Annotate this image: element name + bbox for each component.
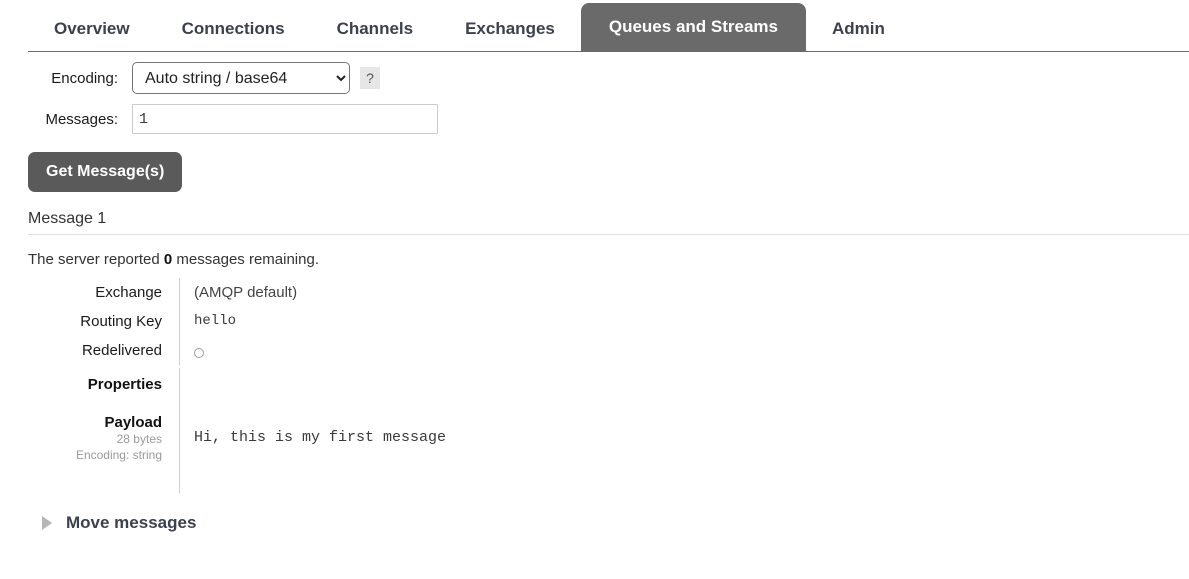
routing-key-value: hello [194,313,237,329]
encoding-help-icon[interactable]: ? [360,67,380,89]
routing-key-label: Routing Key [28,307,180,336]
payload-encoding: Encoding: string [75,448,162,462]
message-details-table: Exchange (AMQP default) Routing Key hell… [28,278,1189,493]
exchange-value: (AMQP default) [194,284,298,301]
server-note-count: 0 [163,251,173,268]
page-content: Encoding: Auto string / base64 ? Message… [0,62,1189,533]
properties-label: Properties [28,368,180,407]
payload-label-block: Payload 28 bytes Encoding: string [28,407,180,493]
get-messages-button[interactable]: Get Message(s) [28,152,183,192]
detail-row-payload: Payload 28 bytes Encoding: string Hi, th… [28,407,1189,493]
encoding-row: Encoding: Auto string / base64 ? [28,62,1189,94]
message-heading-divider [28,234,1189,235]
detail-row-exchange: Exchange (AMQP default) [28,278,1189,307]
message-heading: Message 1 [28,210,107,227]
redelivered-label: Redelivered [28,336,180,365]
redelivered-false-circle-icon [194,348,204,358]
main-navigation-tabbar: Overview Connections Channels Exchanges … [0,0,1189,52]
messages-label: Messages: [45,110,118,128]
server-note-prefix: The server reported [28,251,164,268]
tab-queues-and-streams[interactable]: Queues and Streams [580,3,806,51]
move-messages-label: Move messages [66,513,197,532]
tab-overview[interactable]: Overview [28,9,156,49]
encoding-select[interactable]: Auto string / base64 [132,62,350,94]
move-messages-section[interactable]: Move messages [28,513,1189,533]
nav-tabs: Overview Connections Channels Exchanges … [28,0,1189,52]
encoding-label: Encoding: [51,69,118,87]
server-remaining-note: The server reported 0 messages remaining… [28,251,1189,268]
messages-row: Messages: [28,104,1189,134]
server-note-suffix: messages remaining. [172,251,319,268]
properties-value [180,368,194,380]
payload-label: Payload [104,414,162,431]
messages-count-input[interactable] [132,104,438,134]
detail-row-properties: Properties [28,368,1189,407]
detail-row-redelivered: Redelivered [28,336,1189,368]
detail-row-routing-key: Routing Key hello [28,307,1189,336]
redelivered-value [180,336,204,368]
payload-size: 28 bytes [116,432,162,446]
tab-connections[interactable]: Connections [156,9,311,49]
tab-admin[interactable]: Admin [806,9,911,49]
chevron-right-icon[interactable] [42,516,52,530]
tab-channels[interactable]: Channels [311,9,440,49]
payload-value: Hi, this is my first message [194,429,447,446]
tab-exchanges[interactable]: Exchanges [439,9,581,49]
exchange-label: Exchange [28,278,180,307]
